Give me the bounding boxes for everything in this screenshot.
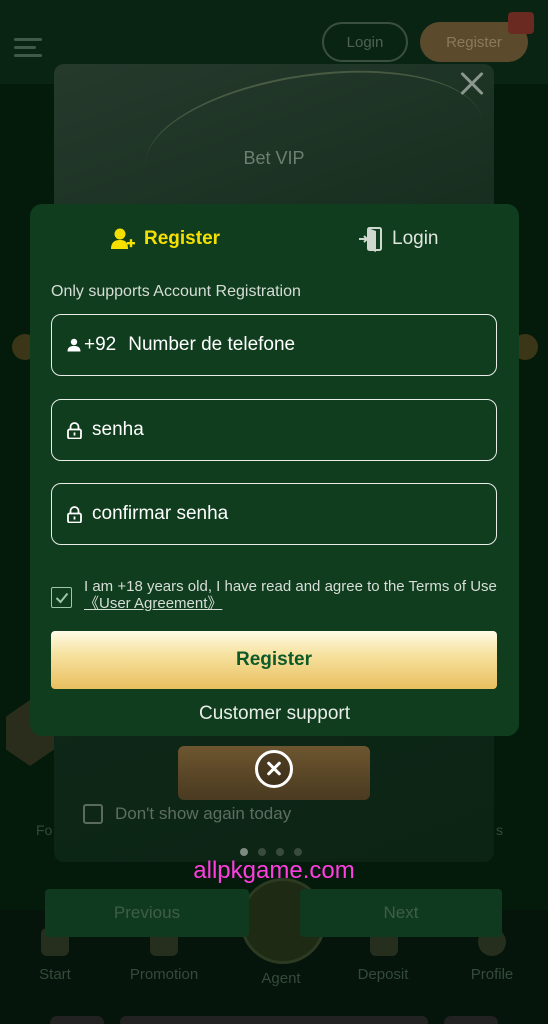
lock-icon	[66, 421, 82, 439]
dont-show-checkbox[interactable]	[83, 804, 103, 824]
next-button[interactable]: Next	[300, 889, 502, 937]
add-user-icon	[110, 227, 136, 251]
nav-item-profile[interactable]: Profile	[447, 966, 537, 983]
nav-item-start[interactable]: Start	[10, 966, 100, 983]
watermark: allpkgame.com	[193, 857, 355, 884]
agreement-text: I am +18 years old, I have read and agre…	[84, 578, 497, 612]
dont-show-again[interactable]: Don't show again today	[83, 804, 291, 824]
page-dot[interactable]	[240, 848, 248, 856]
phone-placeholder: Number de telefone	[128, 334, 296, 355]
password-placeholder: senha	[92, 419, 144, 440]
nav-item-agent[interactable]: Agent	[236, 970, 326, 987]
user-agreement-link[interactable]: 《User Agreement》	[84, 595, 222, 612]
login-door-icon	[358, 226, 384, 252]
dont-show-label: Don't show again today	[115, 804, 292, 823]
previous-button[interactable]: Previous	[45, 889, 249, 937]
checkmark-icon	[55, 592, 68, 603]
phone-field[interactable]: +92 Number de telefone	[51, 314, 497, 376]
popup-title: Bet VIP	[243, 148, 305, 168]
page-dot[interactable]	[258, 848, 266, 856]
system-button	[50, 1016, 104, 1024]
tab-register[interactable]: Register	[110, 226, 220, 252]
tab-login[interactable]: Login	[358, 226, 439, 252]
close-circle-icon[interactable]	[255, 750, 293, 788]
user-icon	[66, 338, 82, 352]
header-login-button[interactable]: Login	[322, 22, 408, 62]
confirm-password-placeholder: confirmar senha	[92, 503, 229, 524]
password-field[interactable]: senha	[51, 399, 497, 461]
register-button[interactable]: Register	[51, 631, 497, 689]
page-dot[interactable]	[294, 848, 302, 856]
agreement-row: I am +18 years old, I have read and agre…	[51, 578, 497, 612]
system-bar	[120, 1016, 428, 1024]
page-dots	[240, 848, 302, 856]
confirm-password-field[interactable]: confirmar senha	[51, 483, 497, 545]
system-button	[444, 1016, 498, 1024]
tab-register-label: Register	[144, 228, 221, 249]
register-modal: Register Login Only supports Account Reg…	[30, 204, 519, 736]
registration-notice: Only supports Account Registration	[51, 283, 301, 300]
close-icon[interactable]	[454, 66, 490, 102]
country-code[interactable]: +92	[84, 334, 116, 356]
gift-icon[interactable]	[508, 12, 534, 34]
nav-item-promotion[interactable]: Promotion	[119, 966, 209, 983]
lock-icon	[66, 505, 82, 523]
agreement-statement: I am +18 years old, I have read and agre…	[84, 578, 497, 595]
customer-support-link[interactable]: Customer support	[30, 703, 519, 725]
page-dot[interactable]	[276, 848, 284, 856]
tab-login-label: Login	[392, 228, 439, 249]
nav-item-deposit[interactable]: Deposit	[338, 966, 428, 983]
agreement-checkbox[interactable]	[51, 587, 72, 608]
side-label-right: s	[496, 822, 503, 838]
menu-icon[interactable]	[14, 36, 44, 60]
side-label-left: Fo	[36, 822, 53, 838]
